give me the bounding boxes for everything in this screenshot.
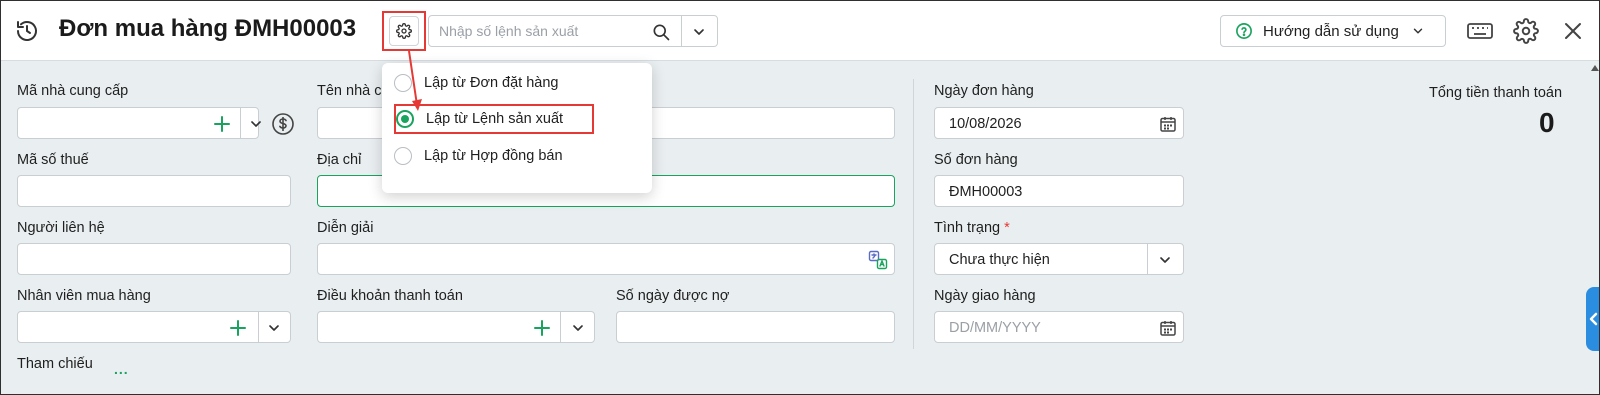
order-number-value: ĐMH00003	[949, 184, 1023, 200]
status-label: Tình trạng *	[934, 220, 1010, 236]
supplier-name-label: Tên nhà c	[317, 83, 382, 99]
header-bar: Đơn mua hàng ĐMH00003 Nhập số lệnh sản x…	[1, 1, 1599, 61]
chevron-down-icon[interactable]	[248, 116, 264, 132]
add-icon[interactable]	[212, 114, 232, 134]
payment-terms-label: Điều khoản thanh toán	[317, 288, 463, 304]
history-icon[interactable]	[15, 19, 39, 43]
address-label: Địa chỉ	[317, 152, 362, 168]
buyer-label: Nhân viên mua hàng	[17, 288, 151, 304]
chevron-down-icon[interactable]	[1157, 252, 1173, 268]
settings-icon[interactable]	[1513, 18, 1539, 44]
menu-option-from-sales-contract[interactable]: Lập từ Hợp đồng bán	[394, 141, 644, 171]
gear-icon	[396, 23, 412, 39]
page-title: Đơn mua hàng ĐMH00003	[59, 15, 357, 42]
help-circle-icon	[1236, 23, 1252, 39]
reference-more-button[interactable]: ...	[114, 361, 129, 377]
divider	[681, 16, 682, 46]
annotation-arrow	[408, 50, 422, 111]
divider	[258, 312, 259, 342]
status-select[interactable]: Chưa thực hiện	[934, 243, 1184, 275]
keyboard-icon[interactable]	[1467, 19, 1493, 43]
column-divider	[913, 79, 914, 349]
radio-button[interactable]	[394, 147, 412, 165]
credit-days-label: Số ngày được nợ	[616, 288, 730, 304]
contact-person-field[interactable]	[17, 243, 291, 275]
order-date-label: Ngày đơn hàng	[934, 83, 1034, 99]
delivery-date-placeholder: DD/MM/YYYY	[949, 320, 1041, 336]
calendar-icon[interactable]	[1159, 115, 1177, 133]
chevron-down-icon[interactable]	[266, 320, 282, 336]
user-guide-button[interactable]: Hướng dẫn sử dụng	[1220, 15, 1446, 47]
divider	[560, 312, 561, 342]
divider	[1147, 244, 1148, 274]
order-number-label: Số đơn hàng	[934, 152, 1018, 168]
create-from-settings-button[interactable]	[382, 11, 426, 51]
side-panel-toggle[interactable]	[1586, 287, 1599, 351]
order-number-field[interactable]: ĐMH00003	[934, 175, 1184, 207]
currency-icon[interactable]	[271, 112, 295, 136]
total-payment-value: 0	[1539, 107, 1555, 138]
menu-option-label: Lập từ Hợp đồng bán	[424, 148, 563, 164]
credit-days-field[interactable]	[616, 311, 895, 343]
chevron-down-icon	[1413, 28, 1423, 34]
close-icon[interactable]	[1563, 21, 1583, 41]
menu-option-label: Lập từ Đơn đặt hàng	[424, 75, 559, 91]
buyer-field[interactable]	[17, 311, 291, 343]
translate-icon[interactable]	[868, 250, 888, 270]
add-icon[interactable]	[532, 318, 552, 338]
calendar-icon[interactable]	[1159, 319, 1177, 337]
reference-label: Tham chiếu	[17, 356, 93, 372]
search-input[interactable]	[429, 16, 651, 46]
app-window: Đơn mua hàng ĐMH00003 Nhập số lệnh sản x…	[0, 0, 1600, 395]
description-field[interactable]	[317, 243, 895, 275]
payment-terms-field[interactable]	[317, 311, 595, 343]
delivery-date-field[interactable]: DD/MM/YYYY	[934, 311, 1184, 343]
order-date-value: 10/08/2026	[949, 116, 1022, 132]
status-label-text: Tình trạng	[934, 220, 1001, 236]
add-icon[interactable]	[228, 318, 248, 338]
divider	[240, 108, 241, 138]
scroll-up-icon[interactable]	[1591, 63, 1599, 73]
description-label: Diễn giải	[317, 220, 374, 236]
delivery-date-label: Ngày giao hàng	[934, 288, 1036, 304]
order-date-field[interactable]: 10/08/2026	[934, 107, 1184, 139]
total-payment-label: Tổng tiền thanh toán	[1429, 85, 1563, 101]
contact-person-label: Người liên hệ	[17, 220, 105, 236]
tax-code-field[interactable]	[17, 175, 291, 207]
supplier-code-field[interactable]	[17, 107, 261, 139]
menu-option-from-sales-order[interactable]: Lập từ Đơn đặt hàng	[394, 68, 644, 98]
production-order-search	[428, 15, 718, 47]
user-guide-label: Hướng dẫn sử dụng	[1263, 22, 1399, 40]
tax-code-label: Mã số thuế	[17, 152, 89, 168]
supplier-code-label: Mã nhà cung cấp	[17, 83, 129, 99]
chevron-down-icon[interactable]	[570, 320, 586, 336]
menu-option-label: Lập từ Lệnh sản xuất	[426, 111, 564, 127]
required-marker: *	[1004, 220, 1010, 236]
status-value: Chưa thực hiện	[949, 252, 1050, 268]
chevron-down-icon[interactable]	[691, 24, 707, 40]
search-icon[interactable]	[651, 22, 671, 42]
chevron-left-icon	[1589, 312, 1598, 326]
